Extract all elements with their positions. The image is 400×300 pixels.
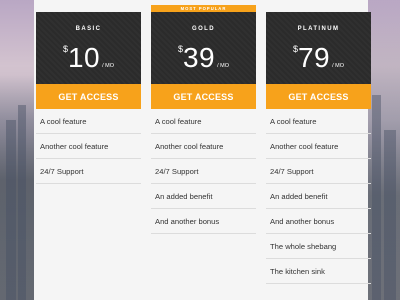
get-access-button[interactable]: GET ACCESS bbox=[36, 84, 141, 109]
feature-item: 24/7 Support bbox=[266, 159, 371, 184]
price-currency: $ bbox=[292, 44, 298, 54]
get-access-button[interactable]: GET ACCESS bbox=[151, 84, 256, 109]
price-currency: $ bbox=[177, 44, 183, 54]
plan-header: BASIC $10/ MO GET ACCESS bbox=[36, 12, 141, 109]
feature-list: A cool feature Another cool feature 24/7… bbox=[36, 109, 141, 184]
most-popular-badge: MOST POPULAR bbox=[151, 5, 256, 12]
plan-price: $10/ MO bbox=[36, 42, 141, 74]
plan-name: GOLD bbox=[192, 26, 215, 32]
feature-list: A cool feature Another cool feature 24/7… bbox=[266, 109, 371, 284]
plan-name: PLATINUM bbox=[297, 26, 340, 32]
price-currency: $ bbox=[62, 44, 68, 54]
price-amount: 39 bbox=[182, 42, 216, 73]
background-building bbox=[372, 95, 381, 300]
background-building bbox=[384, 130, 396, 300]
feature-item: A cool feature bbox=[151, 109, 256, 134]
feature-item: And another bonus bbox=[151, 209, 256, 234]
plan-card-gold: GOLD $39/ MO GET ACCESS A cool feature A… bbox=[151, 12, 256, 234]
feature-item: A cool feature bbox=[36, 109, 141, 134]
price-amount: 79 bbox=[297, 42, 331, 73]
plan-card-basic: BASIC $10/ MO GET ACCESS A cool feature … bbox=[36, 12, 141, 184]
price-period: / MO bbox=[332, 63, 345, 69]
plan-header: PLATINUM $79/ MO GET ACCESS bbox=[266, 12, 371, 109]
background-building bbox=[6, 120, 16, 300]
feature-item: Another cool feature bbox=[36, 134, 141, 159]
feature-list: A cool feature Another cool feature 24/7… bbox=[151, 109, 256, 234]
price-period: / MO bbox=[217, 63, 230, 69]
feature-item: The whole shebang bbox=[266, 234, 371, 259]
feature-item: The kitchen sink bbox=[266, 259, 371, 284]
feature-item: Another cool feature bbox=[266, 134, 371, 159]
price-period: / MO bbox=[102, 63, 115, 69]
feature-item: An added benefit bbox=[266, 184, 371, 209]
feature-item: An added benefit bbox=[151, 184, 256, 209]
feature-item: Another cool feature bbox=[151, 134, 256, 159]
get-access-button[interactable]: GET ACCESS bbox=[266, 84, 371, 109]
background-building bbox=[18, 105, 26, 300]
feature-item: And another bonus bbox=[266, 209, 371, 234]
plan-name: BASIC bbox=[75, 26, 102, 32]
plan-header: GOLD $39/ MO GET ACCESS bbox=[151, 12, 256, 109]
plan-price: $39/ MO bbox=[151, 42, 256, 74]
plan-price: $79/ MO bbox=[266, 42, 371, 74]
plan-card-platinum: PLATINUM $79/ MO GET ACCESS A cool featu… bbox=[266, 12, 371, 284]
feature-item: A cool feature bbox=[266, 109, 371, 134]
price-amount: 10 bbox=[67, 42, 101, 73]
feature-item: 24/7 Support bbox=[151, 159, 256, 184]
feature-item: 24/7 Support bbox=[36, 159, 141, 184]
